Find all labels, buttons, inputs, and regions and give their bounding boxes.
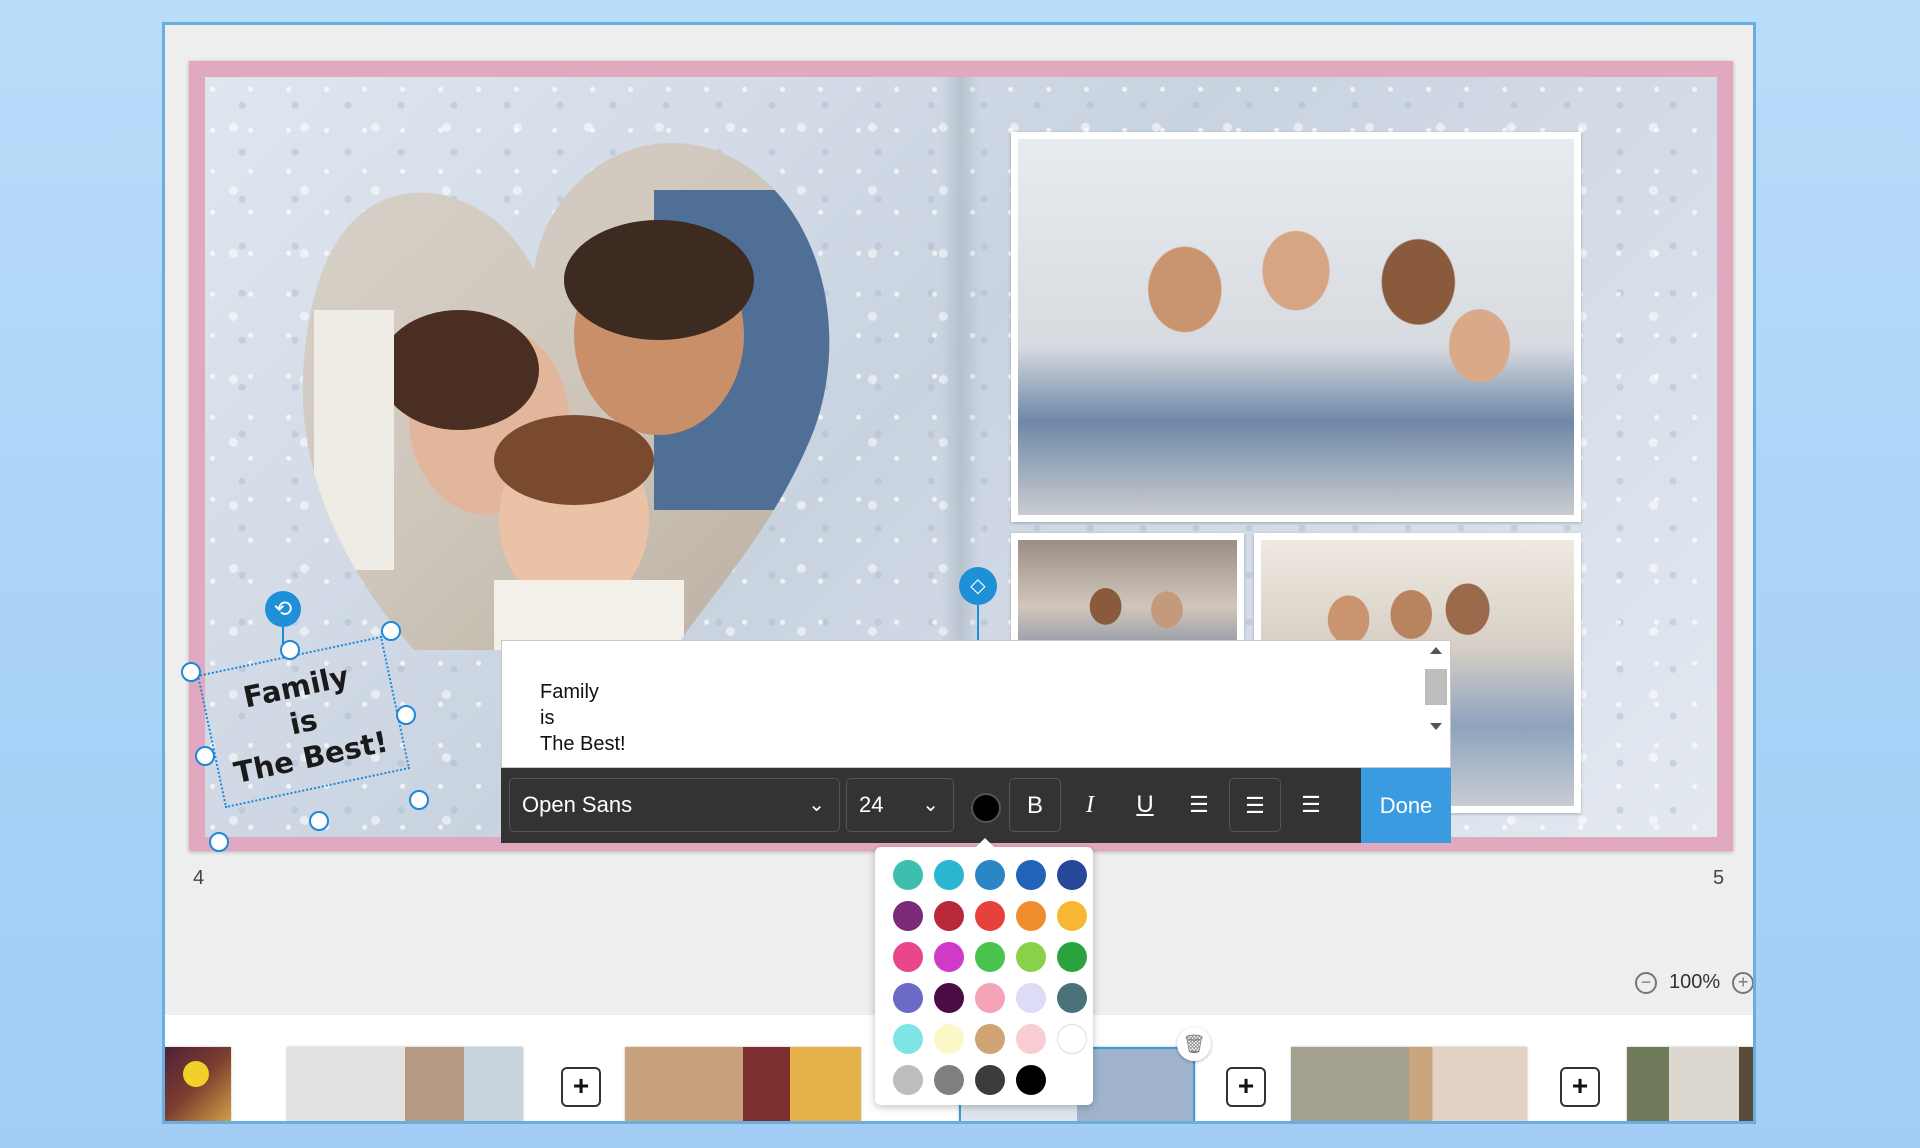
color-swatch[interactable] <box>893 860 923 890</box>
underline-button[interactable]: U <box>1119 778 1171 832</box>
done-button[interactable]: Done <box>1361 768 1451 843</box>
family-photo-large[interactable] <box>1011 132 1581 522</box>
resize-handle-left[interactable] <box>195 746 215 766</box>
chevron-down-icon: ⌄ <box>922 794 939 816</box>
color-swatch[interactable] <box>934 901 964 931</box>
resize-handle-right[interactable] <box>396 705 416 725</box>
left-page-number: 4 <box>193 867 205 889</box>
color-swatch[interactable] <box>1057 942 1087 972</box>
color-swatch[interactable] <box>975 1024 1005 1054</box>
resize-handle-top-left[interactable] <box>181 662 201 682</box>
color-swatch[interactable] <box>934 1024 964 1054</box>
color-swatch[interactable] <box>1016 983 1046 1013</box>
color-swatch[interactable] <box>1016 1024 1046 1054</box>
add-page-button[interactable]: + <box>1226 1067 1266 1107</box>
align-left-icon[interactable]: ☰ <box>1173 778 1225 832</box>
right-page-number: 5 <box>1713 867 1725 889</box>
color-swatch[interactable] <box>1057 983 1087 1013</box>
editor-line-3: The Best! <box>540 733 626 755</box>
zoom-control: − 100% + <box>1635 971 1753 994</box>
scroll-up-icon[interactable] <box>1430 647 1442 654</box>
color-palette <box>875 838 1093 1105</box>
color-swatch[interactable] <box>893 1065 923 1095</box>
font-size-select[interactable]: 24 ⌄ <box>846 778 954 832</box>
scroll-down-icon[interactable] <box>1430 723 1442 730</box>
bold-button[interactable]: B <box>1009 778 1061 832</box>
resize-handle-bottom-right[interactable] <box>409 790 429 810</box>
page-thumbnail[interactable] <box>287 1047 523 1121</box>
text-editor-area[interactable]: Family is The Best! <box>501 640 1451 768</box>
editor-line-1: Family <box>540 681 599 703</box>
color-swatch[interactable] <box>1057 1024 1087 1054</box>
color-swatch[interactable] <box>934 942 964 972</box>
zoom-out-icon[interactable]: − <box>1635 971 1657 994</box>
italic-button[interactable]: I <box>1064 778 1116 832</box>
text-line-2: is <box>286 702 321 742</box>
align-center-icon[interactable]: ☰ <box>1229 778 1281 832</box>
page-thumbnail[interactable] <box>1291 1047 1527 1121</box>
add-page-button[interactable]: + <box>561 1067 601 1107</box>
text-toolbar: Open Sans ⌄ 24 ⌄ B I U ☰ ☰ ☰ Done <box>501 768 1451 843</box>
color-swatch[interactable] <box>893 983 923 1013</box>
editor-scrollbar[interactable] <box>1425 647 1447 763</box>
font-family-value: Open Sans <box>522 792 633 817</box>
color-swatch[interactable] <box>1016 1065 1046 1095</box>
color-swatch[interactable] <box>893 1024 923 1054</box>
color-swatch[interactable] <box>975 983 1005 1013</box>
color-swatch[interactable] <box>893 901 923 931</box>
color-swatch[interactable] <box>975 901 1005 931</box>
page-thumbnail[interactable] <box>1627 1047 1753 1121</box>
chevron-down-icon: ⌄ <box>808 794 825 816</box>
editor-line-2: is <box>540 707 555 729</box>
color-swatch[interactable] <box>1016 942 1046 972</box>
color-swatch[interactable] <box>934 860 964 890</box>
trash-icon[interactable]: 🗑 <box>1177 1027 1211 1061</box>
move-handle-icon[interactable]: ◇ <box>959 567 997 605</box>
color-swatch[interactable] <box>975 1065 1005 1095</box>
scroll-thumb[interactable] <box>1425 669 1447 705</box>
move-handle-stem <box>977 603 979 643</box>
color-swatch[interactable] <box>893 942 923 972</box>
font-size-value: 24 <box>859 792 884 817</box>
font-family-select[interactable]: Open Sans ⌄ <box>509 778 840 832</box>
page-thumbnail[interactable] <box>625 1047 861 1121</box>
color-swatch[interactable] <box>934 983 964 1013</box>
color-swatch[interactable] <box>1016 860 1046 890</box>
align-right-icon[interactable]: ☰ <box>1285 778 1337 832</box>
resize-handle-top[interactable] <box>280 640 300 660</box>
color-swatch[interactable] <box>975 942 1005 972</box>
page-thumbnail[interactable] <box>165 1047 231 1121</box>
text-editor-popup: Family is The Best! Open Sans ⌄ 24 ⌄ B I… <box>501 640 1451 843</box>
text-color-button[interactable] <box>971 793 1001 823</box>
resize-handle-bottom[interactable] <box>309 811 329 831</box>
heart-photo[interactable] <box>294 130 854 650</box>
color-swatch[interactable] <box>1016 901 1046 931</box>
resize-handle-bottom-left[interactable] <box>209 832 229 852</box>
zoom-in-icon[interactable]: + <box>1732 971 1753 994</box>
zoom-value: 100% <box>1669 971 1721 993</box>
resize-handle-top-right[interactable] <box>381 621 401 641</box>
color-swatch[interactable] <box>975 860 1005 890</box>
color-swatch[interactable] <box>1057 860 1087 890</box>
rotate-icon[interactable]: ⟲ <box>265 591 301 627</box>
add-page-button[interactable]: + <box>1560 1067 1600 1107</box>
color-swatch[interactable] <box>934 1065 964 1095</box>
color-swatch[interactable] <box>1057 901 1087 931</box>
